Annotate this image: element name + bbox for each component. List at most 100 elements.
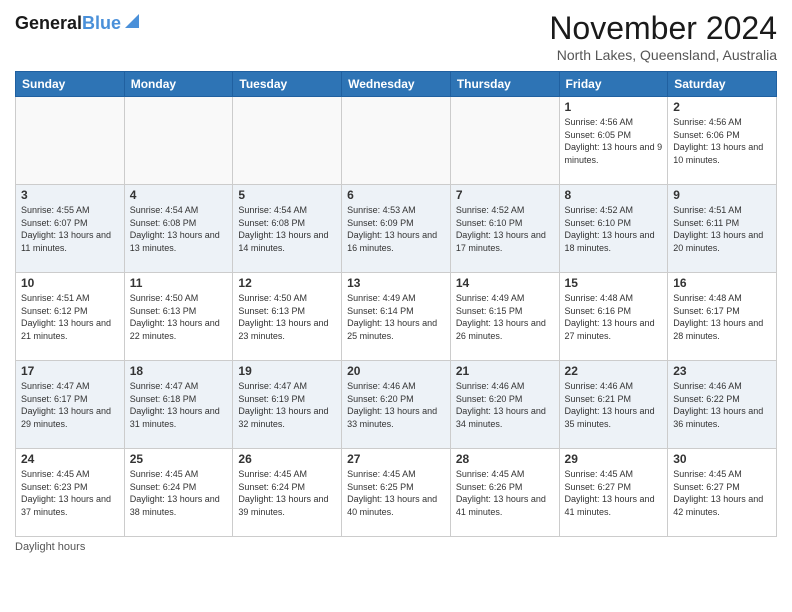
col-tuesday: Tuesday — [233, 72, 342, 97]
day-info: Sunrise: 4:46 AM Sunset: 6:21 PM Dayligh… — [565, 380, 663, 430]
day-info: Sunrise: 4:45 AM Sunset: 6:25 PM Dayligh… — [347, 468, 445, 518]
day-number: 2 — [673, 100, 771, 114]
day-number: 15 — [565, 276, 663, 290]
calendar-cell — [233, 97, 342, 185]
day-number: 12 — [238, 276, 336, 290]
day-info: Sunrise: 4:56 AM Sunset: 6:06 PM Dayligh… — [673, 116, 771, 166]
calendar-cell: 16 Sunrise: 4:48 AM Sunset: 6:17 PM Dayli… — [668, 273, 777, 361]
day-number: 1 — [565, 100, 663, 114]
calendar-week-5: 24 Sunrise: 4:45 AM Sunset: 6:23 PM Dayli… — [16, 449, 777, 537]
day-info: Sunrise: 4:45 AM Sunset: 6:23 PM Dayligh… — [21, 468, 119, 518]
day-info: Sunrise: 4:51 AM Sunset: 6:11 PM Dayligh… — [673, 204, 771, 254]
day-info: Sunrise: 4:52 AM Sunset: 6:10 PM Dayligh… — [456, 204, 554, 254]
day-info: Sunrise: 4:47 AM Sunset: 6:19 PM Dayligh… — [238, 380, 336, 430]
daylight-label: Daylight hours — [15, 541, 85, 553]
day-info: Sunrise: 4:45 AM Sunset: 6:27 PM Dayligh… — [673, 468, 771, 518]
day-number: 30 — [673, 452, 771, 466]
day-info: Sunrise: 4:49 AM Sunset: 6:15 PM Dayligh… — [456, 292, 554, 342]
day-info: Sunrise: 4:48 AM Sunset: 6:16 PM Dayligh… — [565, 292, 663, 342]
calendar-cell: 4 Sunrise: 4:54 AM Sunset: 6:08 PM Daylig… — [124, 185, 233, 273]
day-number: 27 — [347, 452, 445, 466]
day-number: 19 — [238, 364, 336, 378]
calendar-week-4: 17 Sunrise: 4:47 AM Sunset: 6:17 PM Dayli… — [16, 361, 777, 449]
day-info: Sunrise: 4:45 AM Sunset: 6:26 PM Dayligh… — [456, 468, 554, 518]
day-info: Sunrise: 4:45 AM Sunset: 6:27 PM Dayligh… — [565, 468, 663, 518]
day-number: 20 — [347, 364, 445, 378]
day-info: Sunrise: 4:50 AM Sunset: 6:13 PM Dayligh… — [130, 292, 228, 342]
logo-label: GeneralBlue — [15, 14, 121, 34]
day-info: Sunrise: 4:46 AM Sunset: 6:20 PM Dayligh… — [347, 380, 445, 430]
day-number: 23 — [673, 364, 771, 378]
day-number: 18 — [130, 364, 228, 378]
calendar-cell: 21Sunrise: 4:46 AM Sunset: 6:20 PM Dayli… — [450, 361, 559, 449]
calendar-week-1: 1Sunrise: 4:56 AM Sunset: 6:05 PM Daylig… — [16, 97, 777, 185]
calendar-cell: 10 Sunrise: 4:51 AM Sunset: 6:12 PM Dayli… — [16, 273, 125, 361]
col-wednesday: Wednesday — [342, 72, 451, 97]
col-friday: Friday — [559, 72, 668, 97]
header-row: Sunday Monday Tuesday Wednesday Thursday… — [16, 72, 777, 97]
day-number: 8 — [565, 188, 663, 202]
day-number: 10 — [21, 276, 119, 290]
col-sunday: Sunday — [16, 72, 125, 97]
calendar-cell: 8Sunrise: 4:52 AM Sunset: 6:10 PM Daylig… — [559, 185, 668, 273]
day-info: Sunrise: 4:53 AM Sunset: 6:09 PM Dayligh… — [347, 204, 445, 254]
day-number: 29 — [565, 452, 663, 466]
calendar-table: Sunday Monday Tuesday Wednesday Thursday… — [15, 71, 777, 537]
day-number: 4 — [130, 188, 228, 202]
day-info: Sunrise: 4:54 AM Sunset: 6:08 PM Dayligh… — [130, 204, 228, 254]
day-info: Sunrise: 4:47 AM Sunset: 6:18 PM Dayligh… — [130, 380, 228, 430]
calendar-cell: 22 Sunrise: 4:46 AM Sunset: 6:21 PM Dayli… — [559, 361, 668, 449]
calendar-cell: 6Sunrise: 4:53 AM Sunset: 6:09 PM Daylig… — [342, 185, 451, 273]
footer: Daylight hours — [15, 541, 777, 553]
day-number: 17 — [21, 364, 119, 378]
day-number: 5 — [238, 188, 336, 202]
logo: GeneralBlue — [15, 10, 141, 34]
logo-text-block: GeneralBlue — [15, 14, 141, 34]
day-number: 16 — [673, 276, 771, 290]
calendar-cell: 12 Sunrise: 4:50 AM Sunset: 6:13 PM Dayli… — [233, 273, 342, 361]
day-info: Sunrise: 4:50 AM Sunset: 6:13 PM Dayligh… — [238, 292, 336, 342]
calendar-cell: 17 Sunrise: 4:47 AM Sunset: 6:17 PM Dayli… — [16, 361, 125, 449]
day-number: 21 — [456, 364, 554, 378]
calendar-cell: 11 Sunrise: 4:50 AM Sunset: 6:13 PM Dayli… — [124, 273, 233, 361]
day-number: 9 — [673, 188, 771, 202]
calendar-cell — [124, 97, 233, 185]
month-title: November 2024 — [549, 10, 777, 47]
day-info: Sunrise: 4:47 AM Sunset: 6:17 PM Dayligh… — [21, 380, 119, 430]
calendar-cell: 15 Sunrise: 4:48 AM Sunset: 6:16 PM Dayli… — [559, 273, 668, 361]
day-info: Sunrise: 4:45 AM Sunset: 6:24 PM Dayligh… — [130, 468, 228, 518]
day-info: Sunrise: 4:45 AM Sunset: 6:24 PM Dayligh… — [238, 468, 336, 518]
calendar-cell: 7 Sunrise: 4:52 AM Sunset: 6:10 PM Daylig… — [450, 185, 559, 273]
day-info: Sunrise: 4:49 AM Sunset: 6:14 PM Dayligh… — [347, 292, 445, 342]
day-number: 22 — [565, 364, 663, 378]
calendar-cell — [450, 97, 559, 185]
col-monday: Monday — [124, 72, 233, 97]
calendar-week-3: 10 Sunrise: 4:51 AM Sunset: 6:12 PM Dayli… — [16, 273, 777, 361]
location: North Lakes, Queensland, Australia — [549, 47, 777, 63]
day-info: Sunrise: 4:51 AM Sunset: 6:12 PM Dayligh… — [21, 292, 119, 342]
logo-icon — [123, 12, 141, 30]
col-saturday: Saturday — [668, 72, 777, 97]
day-info: Sunrise: 4:48 AM Sunset: 6:17 PM Dayligh… — [673, 292, 771, 342]
calendar-cell: 26Sunrise: 4:45 AM Sunset: 6:24 PM Dayli… — [233, 449, 342, 537]
col-thursday: Thursday — [450, 72, 559, 97]
calendar-cell — [16, 97, 125, 185]
calendar-cell: 27 Sunrise: 4:45 AM Sunset: 6:25 PM Dayli… — [342, 449, 451, 537]
calendar-cell: 28Sunrise: 4:45 AM Sunset: 6:26 PM Dayli… — [450, 449, 559, 537]
day-number: 24 — [21, 452, 119, 466]
calendar-cell: 23 Sunrise: 4:46 AM Sunset: 6:22 PM Dayli… — [668, 361, 777, 449]
calendar-cell: 9 Sunrise: 4:51 AM Sunset: 6:11 PM Daylig… — [668, 185, 777, 273]
calendar-cell: 24 Sunrise: 4:45 AM Sunset: 6:23 PM Dayli… — [16, 449, 125, 537]
day-number: 11 — [130, 276, 228, 290]
calendar-cell: 18 Sunrise: 4:47 AM Sunset: 6:18 PM Dayli… — [124, 361, 233, 449]
calendar-cell: 3Sunrise: 4:55 AM Sunset: 6:07 PM Daylig… — [16, 185, 125, 273]
day-number: 13 — [347, 276, 445, 290]
calendar-week-2: 3Sunrise: 4:55 AM Sunset: 6:07 PM Daylig… — [16, 185, 777, 273]
calendar-cell: 2 Sunrise: 4:56 AM Sunset: 6:06 PM Daylig… — [668, 97, 777, 185]
calendar-cell: 19 Sunrise: 4:47 AM Sunset: 6:19 PM Dayli… — [233, 361, 342, 449]
calendar-cell: 25Sunrise: 4:45 AM Sunset: 6:24 PM Dayli… — [124, 449, 233, 537]
day-number: 14 — [456, 276, 554, 290]
day-info: Sunrise: 4:46 AM Sunset: 6:22 PM Dayligh… — [673, 380, 771, 430]
day-number: 7 — [456, 188, 554, 202]
day-info: Sunrise: 4:55 AM Sunset: 6:07 PM Dayligh… — [21, 204, 119, 254]
